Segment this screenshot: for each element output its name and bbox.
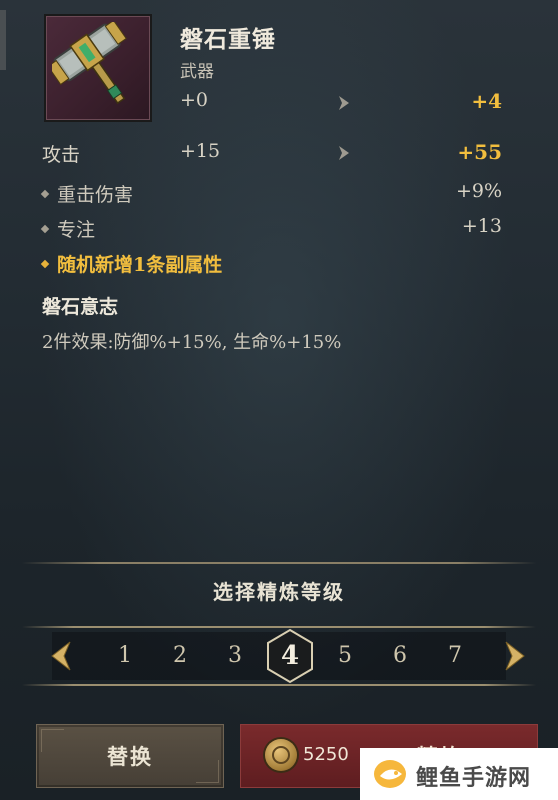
item-type: 武器 (180, 62, 214, 82)
coin-icon (265, 739, 297, 771)
replace-button-label: 替换 (107, 744, 153, 769)
level-option-6[interactable]: 6 (382, 638, 418, 674)
stat-attack-next: +55 (457, 140, 502, 164)
stat-attack-label: 攻击 (42, 144, 81, 166)
divider (22, 684, 536, 686)
enhance-next: +4 (471, 89, 502, 113)
item-icon-frame[interactable] (44, 14, 152, 122)
replace-button[interactable]: 替换 (36, 724, 224, 788)
diamond-bullet-icon (40, 189, 50, 199)
substat-value: +9% (455, 180, 502, 202)
arrow-right-icon (338, 95, 349, 110)
random-substat-note: 随机新增1条副属性 (40, 250, 223, 277)
set-name: 磐石意志 (42, 296, 119, 318)
level-option-5[interactable]: 5 (327, 638, 363, 674)
watermark: 鲤鱼手游网 (360, 748, 558, 800)
level-option-1[interactable]: 1 (107, 638, 143, 674)
enhance-current: +0 (180, 89, 209, 111)
divider (22, 562, 536, 564)
next-level-button[interactable] (496, 638, 532, 674)
diamond-bullet-icon (40, 224, 50, 234)
stat-attack-current: +15 (180, 140, 221, 162)
refine-level-title: 选择精炼等级 (213, 580, 345, 604)
fish-logo-icon (374, 760, 406, 788)
level-option-4-selected[interactable]: 4 (267, 628, 313, 684)
diamond-bullet-icon (40, 259, 50, 269)
random-substat-text: 随机新增1条副属性 (57, 254, 223, 276)
substat-value: +13 (461, 215, 502, 237)
substat-item: 重击伤害 (40, 180, 134, 207)
hammer-icon (52, 22, 127, 105)
chevron-right-icon (505, 641, 525, 671)
substat-item: 专注 (40, 215, 96, 242)
prev-level-button[interactable] (44, 638, 80, 674)
substat-label: 重击伤害 (57, 184, 134, 206)
refine-level-selector: 1 2 3 4 5 6 7 (22, 626, 536, 686)
item-name: 磐石重锤 (180, 26, 276, 53)
set-effect: 2件效果:防御%+15%, 生命%+15% (42, 332, 342, 353)
chevron-left-icon (51, 641, 71, 671)
watermark-text: 鲤鱼手游网 (416, 766, 532, 791)
arrow-right-icon (338, 145, 349, 160)
refine-cost: 5250 (303, 744, 349, 765)
level-option-2[interactable]: 2 (162, 638, 198, 674)
level-option-7[interactable]: 7 (437, 638, 473, 674)
panel-edge (0, 10, 6, 70)
substat-label: 专注 (57, 219, 96, 241)
level-option-3[interactable]: 3 (217, 638, 253, 674)
